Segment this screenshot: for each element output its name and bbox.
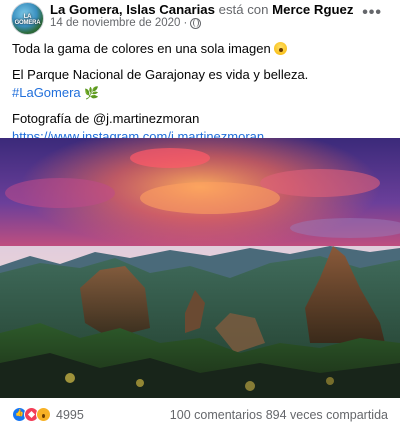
post-line-1: Toda la gama de colores en una sola imag… xyxy=(12,40,392,58)
with-connector: está con xyxy=(218,2,269,17)
shares-count-link[interactable]: 894 veces compartida xyxy=(266,408,388,422)
post-title-line: La Gomera, Islas Canarias está con Merce… xyxy=(50,2,354,17)
photo-credit: Fotografía de @j.martinezmoran xyxy=(12,111,200,126)
more-options-button[interactable]: ••• xyxy=(362,4,382,22)
post-line-2: El Parque Nacional de Garajonay es vida … xyxy=(12,67,309,82)
herb-emoji: 🌿 xyxy=(84,86,100,100)
astonished-face-emoji xyxy=(274,42,288,55)
wow-icon xyxy=(36,407,51,422)
hashtag-link[interactable]: #LaGomera xyxy=(12,85,81,100)
landscape-image xyxy=(0,138,400,398)
tagged-person-link[interactable]: Merce Rguez xyxy=(272,2,353,17)
meta-separator: · xyxy=(183,17,188,29)
avatar-logo-text: LA GOMERA xyxy=(14,14,41,26)
post-line-1-text: Toda la gama de colores en una sola imag… xyxy=(12,41,271,56)
post-header: LA GOMERA La Gomera, Islas Canarias está… xyxy=(0,0,400,36)
page-avatar[interactable]: LA GOMERA xyxy=(11,2,44,35)
reaction-count: 4995 xyxy=(56,407,84,422)
comments-count-link[interactable]: 100 comentarios xyxy=(170,408,262,422)
globe-icon[interactable] xyxy=(190,17,202,29)
post-photo[interactable] xyxy=(0,138,400,398)
page-name-link[interactable]: La Gomera, Islas Canarias xyxy=(50,2,215,17)
post-body: Toda la gama de colores en una sola imag… xyxy=(12,40,392,146)
reactions-summary[interactable]: 4995 xyxy=(12,407,84,422)
post-stats: 100 comentarios 894 veces compartida xyxy=(170,408,388,422)
post-date-link[interactable]: 14 de noviembre de 2020 xyxy=(50,17,180,29)
post-meta: 14 de noviembre de 2020 · xyxy=(50,17,202,29)
hashtag-line: #LaGomera 🌿 xyxy=(12,84,392,102)
